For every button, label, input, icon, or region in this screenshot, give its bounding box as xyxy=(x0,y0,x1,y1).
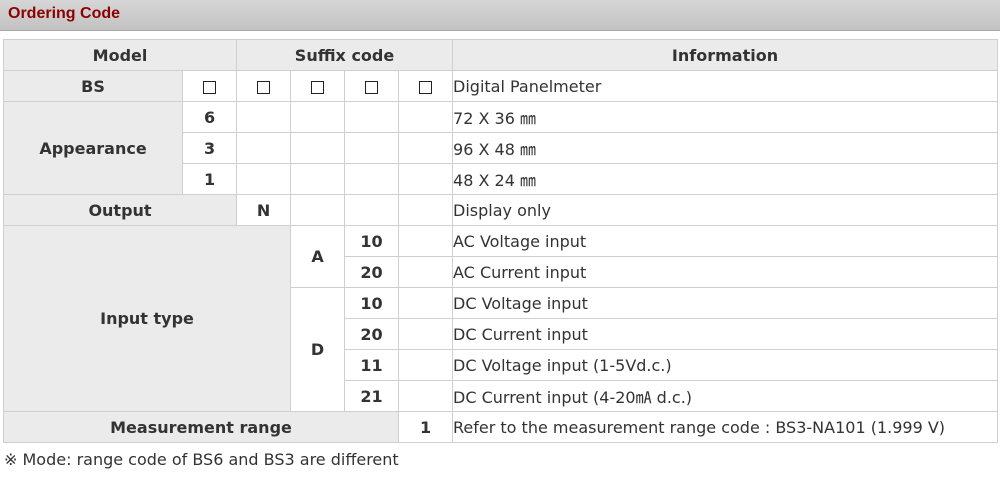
bs-label: BS xyxy=(3,70,183,102)
bs-info: Digital Panelmeter xyxy=(452,70,998,102)
appearance-info: 48 X 24 ㎜ xyxy=(452,163,998,195)
suffix-box-3 xyxy=(290,70,346,102)
appearance-info: 96 X 48 ㎜ xyxy=(452,132,998,164)
suffix-box-4 xyxy=(344,70,400,102)
appearance-code: 3 xyxy=(181,132,238,164)
input-code: 20 xyxy=(344,318,400,350)
footnote: ※ Mode: range code of BS6 and BS3 are di… xyxy=(4,450,399,469)
table-row-output: Output N Display only xyxy=(2,194,998,226)
input-info: AC Current input xyxy=(452,256,998,288)
input-info: DC Current input xyxy=(452,318,998,350)
ordering-code-table: Model Suffix code Information BS Digital… xyxy=(2,39,998,443)
table-header-row: Model Suffix code Information xyxy=(2,39,998,71)
table-row-bs: BS Digital Panelmeter xyxy=(3,70,998,102)
measurement-code: 1 xyxy=(398,411,454,443)
input-code: 11 xyxy=(344,349,400,381)
input-info: DC Voltage input xyxy=(452,287,998,319)
measurement-range-label: Measurement range xyxy=(2,411,400,443)
input-dc-code: D xyxy=(290,287,346,412)
suffix-box-5 xyxy=(398,70,454,102)
input-ac-code: A xyxy=(290,225,346,288)
suffix-box-2 xyxy=(236,70,292,102)
header-model: Model xyxy=(2,39,238,71)
input-code: 10 xyxy=(344,225,400,257)
appearance-code: 1 xyxy=(181,163,238,195)
output-label: Output xyxy=(2,194,238,226)
appearance-label: Appearance xyxy=(3,101,183,195)
header-information: Information xyxy=(452,39,998,71)
empty-box-icon xyxy=(257,80,271,94)
header-suffix-code: Suffix code xyxy=(236,39,454,71)
empty-box-icon xyxy=(203,80,216,94)
input-code: 20 xyxy=(344,256,400,288)
suffix-box-1 xyxy=(181,70,238,102)
section-header-bar: Ordering Code xyxy=(0,0,1000,31)
output-code: N xyxy=(236,194,292,226)
table-row-measurement: Measurement range 1 Refer to the measure… xyxy=(2,411,998,443)
output-info: Display only xyxy=(452,194,998,226)
input-code: 21 xyxy=(344,380,400,412)
appearance-code: 6 xyxy=(181,101,238,133)
measurement-info: Refer to the measurement range code : BS… xyxy=(452,411,998,443)
empty-box-icon xyxy=(419,80,433,94)
input-info: AC Voltage input xyxy=(452,225,998,257)
section-title: Ordering Code xyxy=(8,5,121,22)
input-code: 10 xyxy=(344,287,400,319)
table-row-appearance: Appearance 6 72 X 36 ㎜ xyxy=(3,101,998,195)
table-row-input: Input type A 10 AC Voltage input xyxy=(2,225,998,412)
appearance-info: 72 X 36 ㎜ xyxy=(452,101,998,133)
input-type-label: Input type xyxy=(2,225,292,412)
empty-box-icon xyxy=(311,80,325,94)
empty-box-icon xyxy=(365,80,379,94)
input-info: DC Current input (4-20㎃ d.c.) xyxy=(452,380,998,412)
input-info: DC Voltage input (1-5Vd.c.) xyxy=(452,349,998,381)
